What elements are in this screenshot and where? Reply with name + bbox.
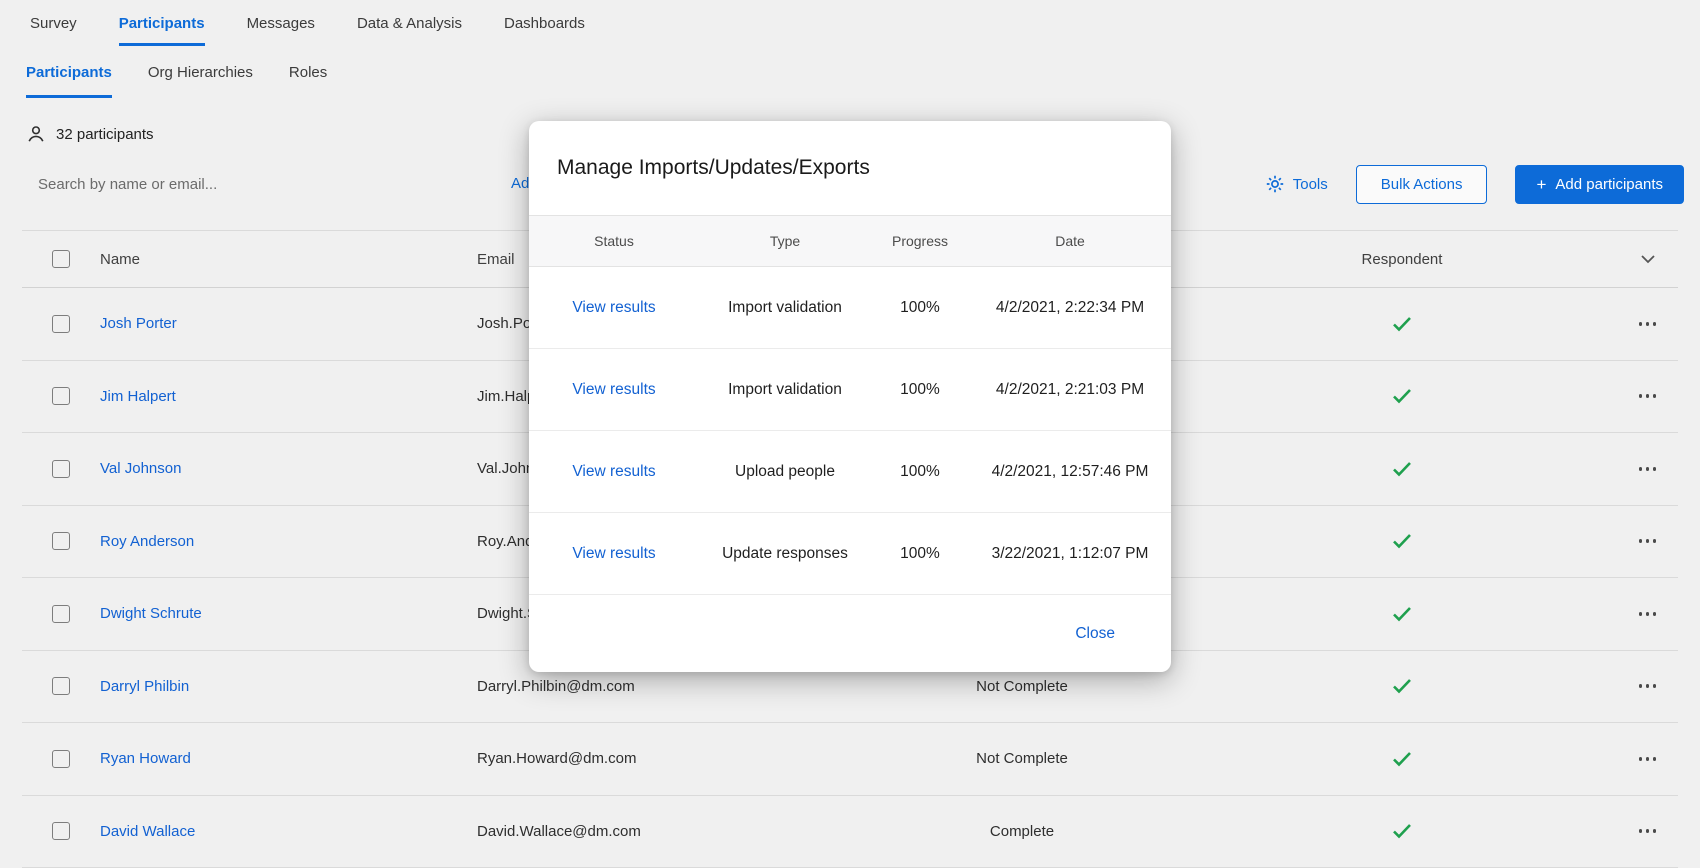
row-checkbox[interactable] [52,677,70,695]
participant-email: Darryl.Philbin@dm.com [477,678,857,695]
header-respondent: Respondent [1187,251,1617,268]
manage-imports-modal: Manage Imports/Updates/Exports Status Ty… [529,121,1171,672]
row-actions-button[interactable] [1637,678,1659,694]
row-actions-button[interactable] [1637,388,1659,404]
participant-name-link[interactable]: David Wallace [100,823,477,840]
row-actions-button[interactable] [1637,533,1659,549]
view-results-link[interactable]: View results [572,381,655,398]
gear-icon [1265,174,1285,194]
modal-header-date: Date [969,233,1171,249]
participant-name-link[interactable]: Dwight Schrute [100,605,477,622]
row-checkbox[interactable] [52,460,70,478]
plus-icon: + [1536,176,1546,193]
header-name: Name [100,251,477,268]
view-results-link[interactable]: View results [572,545,655,562]
modal-header-progress: Progress [871,233,969,249]
tools-label: Tools [1293,176,1328,193]
add-participants-button[interactable]: + Add participants [1515,165,1684,204]
toolbar-actions: Tools Bulk Actions + Add participants [1265,162,1684,206]
search-input[interactable] [38,170,458,198]
tab-data-analysis[interactable]: Data & Analysis [357,0,462,46]
modal-table-row: View results Import validation 100% 4/2/… [529,349,1171,431]
modal-table-header: Status Type Progress Date [529,215,1171,267]
participant-name-link[interactable]: Jim Halpert [100,388,477,405]
import-type: Update responses [699,545,871,563]
participant-status: Not Complete [857,678,1187,695]
import-date: 3/22/2021, 1:12:07 PM [969,545,1171,563]
add-participants-label: Add participants [1555,176,1663,193]
row-checkbox[interactable] [52,750,70,768]
participant-status: Not Complete [857,750,1187,767]
subtab-participants[interactable]: Participants [26,46,112,98]
participant-status: Complete [857,823,1187,840]
row-checkbox[interactable] [52,532,70,550]
modal-table-row: View results Import validation 100% 4/2/… [529,267,1171,349]
modal-table-row: View results Update responses 100% 3/22/… [529,513,1171,595]
participant-name-link[interactable]: Roy Anderson [100,533,477,550]
participants-count-label: 32 participants [56,126,154,143]
row-checkbox[interactable] [52,822,70,840]
header-sort-chevron[interactable] [1617,255,1678,264]
tab-dashboards[interactable]: Dashboards [504,0,585,46]
respondent-check-icon [1392,606,1412,622]
import-type: Import validation [699,381,871,399]
modal-header-status: Status [529,233,699,249]
advanced-link[interactable]: Ad [511,175,529,192]
modal-footer: Close [529,595,1171,672]
person-icon [26,124,46,144]
tools-button[interactable]: Tools [1265,174,1328,194]
view-results-link[interactable]: View results [572,463,655,480]
row-actions-button[interactable] [1637,316,1659,332]
row-checkbox[interactable] [52,387,70,405]
respondent-check-icon [1392,823,1412,839]
row-checkbox[interactable] [52,605,70,623]
row-actions-button[interactable] [1637,751,1659,767]
import-progress: 100% [871,463,969,481]
import-type: Import validation [699,299,871,317]
import-progress: 100% [871,299,969,317]
import-progress: 100% [871,545,969,563]
subtab-roles[interactable]: Roles [289,46,327,98]
participant-name-link[interactable]: Ryan Howard [100,750,477,767]
import-date: 4/2/2021, 2:21:03 PM [969,381,1171,399]
modal-header-type: Type [699,233,871,249]
bulk-actions-button[interactable]: Bulk Actions [1356,165,1488,204]
row-checkbox[interactable] [52,315,70,333]
subtab-org-hierarchies[interactable]: Org Hierarchies [148,46,253,98]
tab-participants[interactable]: Participants [119,0,205,46]
import-type: Upload people [699,463,871,481]
tab-messages[interactable]: Messages [247,0,315,46]
participant-name-link[interactable]: Darryl Philbin [100,678,477,695]
import-date: 4/2/2021, 2:22:34 PM [969,299,1171,317]
tab-survey[interactable]: Survey [30,0,77,46]
participant-email: Ryan.Howard@dm.com [477,750,857,767]
participant-name-link[interactable]: Val Johnson [100,460,477,477]
participant-email: David.Wallace@dm.com [477,823,857,840]
respondent-check-icon [1392,316,1412,332]
table-row: Ryan Howard Ryan.Howard@dm.com Not Compl… [22,723,1678,796]
select-all-checkbox[interactable] [52,250,70,268]
respondent-check-icon [1392,461,1412,477]
table-row: David Wallace David.Wallace@dm.com Compl… [22,796,1678,868]
respondent-check-icon [1392,388,1412,404]
close-button[interactable]: Close [1075,625,1115,643]
row-actions-button[interactable] [1637,823,1659,839]
primary-nav: Survey Participants Messages Data & Anal… [0,0,1700,46]
participant-name-link[interactable]: Josh Porter [100,315,477,332]
import-date: 4/2/2021, 12:57:46 PM [969,463,1171,481]
respondent-check-icon [1392,678,1412,694]
chevron-down-icon [1641,255,1655,264]
view-results-link[interactable]: View results [572,299,655,316]
respondent-check-icon [1392,751,1412,767]
modal-table-row: View results Upload people 100% 4/2/2021… [529,431,1171,513]
respondent-check-icon [1392,533,1412,549]
secondary-nav: Participants Org Hierarchies Roles [0,46,1700,98]
import-progress: 100% [871,381,969,399]
row-actions-button[interactable] [1637,606,1659,622]
modal-title: Manage Imports/Updates/Exports [529,121,1171,215]
row-actions-button[interactable] [1637,461,1659,477]
